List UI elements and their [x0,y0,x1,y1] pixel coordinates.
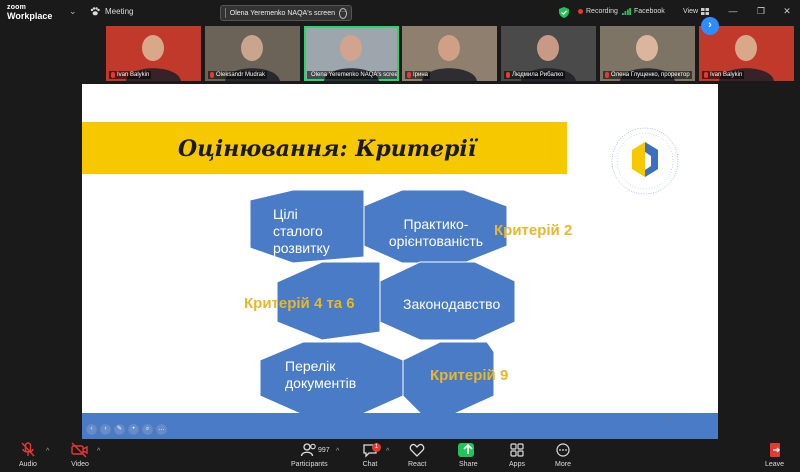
participant-tile[interactable]: Olena Yeremenko NAQA's screen [304,26,399,81]
hex-label-law: Законодавство [403,296,501,312]
live-stream-indicator[interactable]: Facebook [622,8,665,15]
criterion-9-label: Критерій 9 [430,367,509,384]
security-shield-icon[interactable] [559,7,569,18]
hex-label-docs: Перелік документів [285,358,357,391]
recording-indicator[interactable]: Recording [578,8,618,15]
more-options-icon[interactable]: … [156,424,167,435]
participant-name: Ivan Balykin [702,71,745,79]
microphone-muted-icon [605,72,609,78]
pointer-icon[interactable]: • [128,424,139,435]
more-dots-icon [556,443,570,457]
zoom-logo: zoom Workplace [7,4,53,21]
shared-slide: Оцінювання: Критерії Цілі сталого розвит… [82,84,718,439]
leave-icon [769,443,780,457]
participant-count: 997 [318,447,330,454]
participant-tile[interactable]: Ірина [402,26,497,81]
participants-icon [301,443,317,457]
microphone-muted-icon [704,72,708,78]
video-options-caret[interactable]: ^ [97,448,100,455]
prev-slide-icon[interactable]: ‹ [86,424,97,435]
participant-name: Людмила Рибалко [504,71,566,79]
participant-tile[interactable]: Oleksandr Mudrak [205,26,300,81]
react-button[interactable]: React [408,442,426,468]
audio-button[interactable]: Audio [19,442,37,468]
hexagon-diagram [249,189,516,416]
stream-label: Facebook [634,8,665,15]
participants-options-caret[interactable]: ^ [336,448,339,455]
apps-button[interactable]: Apps [509,442,525,468]
title-bar: zoom Workplace ⌄ Meeting Olena Yeremenko… [0,0,800,26]
chevron-down-icon[interactable]: ⌄ [69,6,77,17]
close-icon[interactable]: ✕ [780,6,794,17]
zoom-icon[interactable]: ⌕ [142,424,153,435]
microphone-muted-icon [111,72,115,78]
participant-tile[interactable]: Ivan Balykin [106,26,201,81]
chat-options-caret[interactable]: ^ [386,448,389,455]
microphone-muted-icon [210,72,214,78]
criterion-2-label: Критерій 2 [494,222,573,239]
next-slide-icon[interactable]: › [100,424,111,435]
apps-icon [510,443,524,457]
microphone-muted-icon [506,72,510,78]
share-title-pill[interactable]: Olena Yeremenko NAQA's screen ··· [220,5,352,21]
participant-name: Oleksandr Mudrak [208,71,268,79]
audio-options-caret[interactable]: ^ [46,448,49,455]
more-button[interactable]: More [555,442,571,468]
participants-button[interactable]: Participants [291,442,328,468]
criterion-4-6-label: Критерій 4 та 6 [244,295,355,312]
minimize-icon[interactable]: — [726,6,740,16]
meeting-button[interactable]: Meeting [90,7,133,16]
next-page-arrow-icon[interactable]: › [701,17,719,35]
share-arrow-icon [463,443,473,454]
recording-label: Recording [586,8,618,15]
heart-icon [409,443,425,457]
microphone-muted-icon [407,72,411,78]
participant-name: Олена Глущенко, проректор [603,71,692,79]
pen-icon[interactable]: ✎ [114,424,125,435]
slide-footer-band [82,413,718,439]
slide-page-number: 2 [666,418,670,425]
avatar [225,8,226,18]
meeting-toolbar: Audio ^ Video ^ Participants 997 ^ Chat … [0,440,800,472]
participant-name: Ivan Balykin [109,71,152,79]
record-dot-icon [578,9,583,14]
share-button[interactable]: Share [459,442,478,468]
participant-name: Ірина [405,71,431,79]
camera-muted-icon [71,442,88,458]
hex-label-practice: Практико- орієнтованість [388,216,484,249]
participant-tile[interactable]: Людмила Рибалко [501,26,596,81]
paw-icon [90,7,100,16]
leave-button[interactable]: Leave [765,442,784,468]
chat-unread-badge: 1 [372,443,381,452]
video-button[interactable]: Video [71,442,89,468]
view-label: View [683,8,699,15]
participant-tile[interactable]: Олена Глущенко, проректор [600,26,695,81]
slide-controls: ‹ › ✎ • ⌕ … [86,424,167,435]
grid-icon [701,8,710,15]
share-title-text: Olena Yeremenko NAQA's screen [229,9,335,17]
view-button[interactable]: View [683,8,710,15]
microphone-muted-icon [21,442,35,457]
meeting-label: Meeting [105,7,134,16]
restore-icon[interactable]: ❐ [754,6,768,17]
signal-icon [622,8,631,15]
participant-strip: Ivan Balykin Oleksandr Mudrak Olena Yereme… [0,26,800,82]
more-options-icon[interactable]: ··· [339,7,347,19]
hex-label-sdg: Цілі сталого розвитку [273,206,330,256]
participant-name: Olena Yeremenko NAQA's screen [307,71,397,79]
